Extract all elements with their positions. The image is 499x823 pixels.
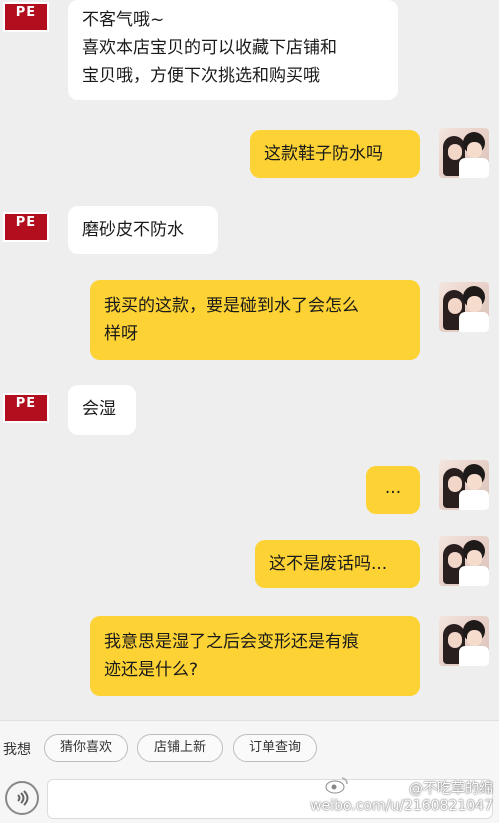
user-avatar[interactable] xyxy=(439,536,489,586)
voice-input-button[interactable] xyxy=(5,781,39,815)
chat-area[interactable]: PE 不客气哦~ 喜欢本店宝贝的可以收藏下店铺和 宝贝哦，方便下次挑选和购买哦 … xyxy=(0,0,499,720)
user-avatar[interactable] xyxy=(439,616,489,666)
voice-icon xyxy=(17,790,29,806)
message-bubble-incoming: 不客气哦~ 喜欢本店宝贝的可以收藏下店铺和 宝贝哦，方便下次挑选和购买哦 xyxy=(68,0,398,100)
quick-reply-label: 我想 xyxy=(3,742,31,758)
user-avatar[interactable] xyxy=(439,282,489,332)
message-bubble-outgoing: ... xyxy=(366,466,420,514)
message-bubble-incoming: 会湿 xyxy=(68,385,136,435)
watermark-url: weibo.com/u/2160821047 xyxy=(310,798,493,814)
shop-avatar[interactable]: PE xyxy=(3,393,49,423)
shop-logo: PE xyxy=(15,215,37,230)
quick-reply-chip[interactable]: 订单查询 xyxy=(233,734,317,762)
message-bubble-outgoing: 这款鞋子防水吗 xyxy=(250,130,420,178)
user-avatar[interactable] xyxy=(439,460,489,510)
shop-logo: PE xyxy=(15,5,37,20)
shop-avatar[interactable]: PE xyxy=(3,212,49,242)
message-bubble-outgoing: 我意思是湿了之后会变形还是有痕 迹还是什么? xyxy=(90,616,420,696)
user-avatar[interactable] xyxy=(439,128,489,178)
message-bubble-incoming: 磨砂皮不防水 xyxy=(68,206,218,254)
watermark-author: @不吃草的绵 xyxy=(409,781,493,797)
shop-avatar[interactable]: PE xyxy=(3,2,49,32)
quick-reply-chip[interactable]: 店铺上新 xyxy=(137,734,223,762)
quick-reply-chip[interactable]: 猜你喜欢 xyxy=(44,734,128,762)
message-bubble-outgoing: 这不是废话吗... xyxy=(255,540,420,588)
shop-logo: PE xyxy=(15,396,37,411)
message-bubble-outgoing: 我买的这款，要是碰到水了会怎么 样呀 xyxy=(90,280,420,360)
weibo-icon xyxy=(325,777,348,794)
